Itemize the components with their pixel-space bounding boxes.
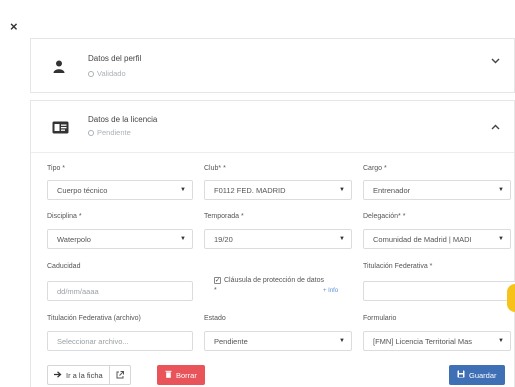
caret-down-icon: ▼ bbox=[498, 236, 504, 242]
tipo-select[interactable]: Cuerpo técnico ▼ bbox=[47, 180, 193, 200]
caducidad-placeholder: dd/mm/aaaa bbox=[57, 286, 99, 296]
profile-panel: Datos del perfil Validado bbox=[30, 38, 515, 93]
profile-panel-title: Datos del perfil bbox=[88, 54, 142, 63]
cargo-label: Cargo * bbox=[363, 165, 387, 172]
profile-status-text: Validado bbox=[97, 69, 126, 78]
formulario-value: [FMN] Licencia Territorial Mas bbox=[373, 336, 473, 346]
caducidad-label: Caducidad bbox=[47, 263, 81, 270]
go-to-file-button[interactable]: Ir a la ficha bbox=[47, 365, 131, 385]
delegacion-select[interactable]: Comunidad de Madrid | MADI ▼ bbox=[363, 229, 511, 249]
id-card-icon bbox=[51, 120, 69, 134]
save-button[interactable]: Guardar bbox=[449, 365, 505, 385]
file-input[interactable]: Seleccionar archivo... bbox=[47, 331, 193, 351]
caret-down-icon: ▼ bbox=[180, 187, 186, 193]
external-link-icon[interactable] bbox=[108, 366, 124, 384]
delegacion-value: Comunidad de Madrid | MADI bbox=[373, 234, 472, 244]
titulacion-label: Titulación Federativa * bbox=[363, 263, 433, 270]
titulacion-archivo-label: Titulación Federativa (archivo) bbox=[47, 315, 141, 322]
tipo-value: Cuerpo técnico bbox=[57, 185, 108, 195]
clausula-required-mark: * bbox=[214, 287, 217, 294]
disciplina-label: Disciplina * bbox=[47, 213, 82, 220]
caret-down-icon: ▼ bbox=[339, 187, 345, 193]
formulario-label: Formulario bbox=[363, 315, 397, 322]
caret-down-icon: ▼ bbox=[339, 236, 345, 242]
estado-label: Estado bbox=[204, 315, 226, 322]
cargo-value: Entrenador bbox=[373, 185, 411, 195]
caducidad-input[interactable]: dd/mm/aaaa bbox=[47, 281, 193, 301]
estado-value: Pendiente bbox=[214, 336, 248, 346]
disciplina-value: Waterpolo bbox=[57, 234, 91, 244]
license-panel: Datos de la licencia Pendiente Tipo * Cu… bbox=[30, 100, 515, 387]
save-label: Guardar bbox=[469, 370, 497, 380]
tipo-label: Tipo * bbox=[47, 165, 66, 172]
club-value: F0112 FED. MADRID bbox=[214, 185, 286, 195]
clausula-checkbox-row[interactable]: ✓ Cláusula de protección de datos bbox=[214, 277, 324, 284]
titulacion-input[interactable] bbox=[363, 281, 515, 301]
clausula-label: Cláusula de protección de datos bbox=[224, 277, 325, 284]
temporada-value: 19/20 bbox=[214, 234, 233, 244]
caret-down-icon: ▼ bbox=[498, 187, 504, 193]
caret-down-icon: ▼ bbox=[498, 338, 504, 344]
estado-select[interactable]: Pendiente ▼ bbox=[204, 331, 352, 351]
delete-button[interactable]: Borrar bbox=[157, 365, 205, 385]
club-select[interactable]: F0112 FED. MADRID ▼ bbox=[204, 180, 352, 200]
formulario-select[interactable]: [FMN] Licencia Territorial Mas ▼ bbox=[363, 331, 511, 351]
temporada-label: Temporada * bbox=[204, 213, 244, 220]
license-panel-title: Datos de la licencia bbox=[88, 115, 158, 124]
cargo-select[interactable]: Entrenador ▼ bbox=[363, 180, 511, 200]
caret-down-icon: ▼ bbox=[180, 236, 186, 242]
disciplina-select[interactable]: Waterpolo ▼ bbox=[47, 229, 193, 249]
help-widget[interactable] bbox=[507, 284, 515, 312]
license-status: Pendiente bbox=[88, 128, 131, 137]
profile-panel-header[interactable]: Datos del perfil Validado bbox=[31, 39, 514, 91]
chevron-up-icon[interactable] bbox=[491, 122, 500, 133]
temporada-select[interactable]: 19/20 ▼ bbox=[204, 229, 352, 249]
go-to-file-label: Ir a la ficha bbox=[66, 370, 103, 380]
club-label: Club* * bbox=[204, 165, 226, 172]
arrow-right-icon bbox=[54, 370, 62, 380]
profile-status: Validado bbox=[88, 69, 126, 78]
close-icon[interactable]: × bbox=[10, 20, 18, 33]
checkbox-checked[interactable]: ✓ bbox=[214, 277, 221, 284]
delete-label: Borrar bbox=[176, 370, 197, 380]
status-dot-icon bbox=[88, 70, 94, 77]
chevron-down-icon[interactable] bbox=[491, 56, 500, 67]
file-input-text: Seleccionar archivo... bbox=[57, 336, 129, 346]
caret-down-icon: ▼ bbox=[339, 338, 345, 344]
status-dot-icon bbox=[88, 129, 94, 136]
user-icon bbox=[51, 59, 67, 73]
trash-icon bbox=[165, 370, 172, 380]
divider bbox=[31, 152, 514, 153]
info-link[interactable]: + Info bbox=[323, 288, 338, 294]
license-status-text: Pendiente bbox=[97, 128, 131, 137]
save-icon bbox=[457, 370, 465, 380]
license-panel-header[interactable]: Datos de la licencia Pendiente bbox=[31, 101, 514, 153]
delegacion-label: Delegación* * bbox=[363, 213, 406, 220]
